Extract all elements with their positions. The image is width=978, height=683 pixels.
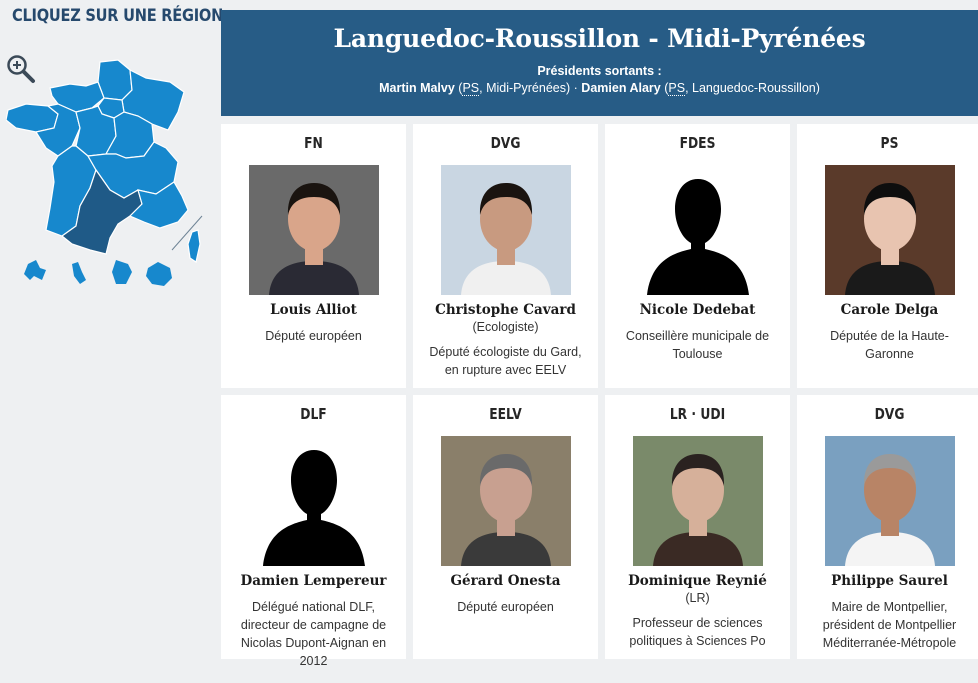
candidate-name: Louis Alliot bbox=[270, 302, 357, 318]
zoom-in-icon[interactable] bbox=[6, 54, 36, 84]
region-corse[interactable] bbox=[187, 229, 201, 263]
candidate-name: Philippe Saurel bbox=[831, 573, 948, 589]
candidate-description: Maire de Montpellier, président de Montp… bbox=[822, 600, 957, 650]
candidate-description: Conseillère municipale de Toulouse bbox=[625, 329, 770, 361]
portrait-photo-icon bbox=[632, 436, 763, 566]
party-label: FN bbox=[304, 134, 323, 152]
candidate-card[interactable]: DVG Christophe Cavard (Ecologiste) Déput… bbox=[413, 124, 598, 388]
person-silhouette-icon bbox=[248, 436, 379, 566]
candidate-card[interactable]: DVG Philippe Saurel Maire de Montpellier… bbox=[797, 395, 978, 659]
candidate-photo bbox=[632, 165, 763, 295]
party-label: PS bbox=[880, 134, 899, 152]
region-guyane[interactable] bbox=[112, 260, 132, 284]
portrait-photo-icon bbox=[248, 165, 379, 295]
candidate-photo bbox=[824, 436, 955, 566]
region-title: Languedoc-Roussillon - Midi-Pyrénées bbox=[333, 24, 866, 53]
region-la-reunion[interactable] bbox=[146, 262, 172, 286]
party-label: LR · UDI bbox=[669, 405, 726, 423]
portrait-photo-icon bbox=[824, 165, 955, 295]
candidate-description: Professeur de sciences politiques à Scie… bbox=[629, 616, 766, 648]
candidate-name: Christophe Cavard bbox=[435, 302, 576, 318]
candidate-affiliation: (Ecologiste) bbox=[472, 320, 539, 334]
candidate-name: Damien Lempereur bbox=[240, 573, 387, 589]
portrait-photo-icon bbox=[440, 165, 571, 295]
party-label: DVG bbox=[874, 405, 905, 423]
candidate-photo bbox=[248, 165, 379, 295]
candidates-grid: FN Louis Alliot Député européen DVG Chri… bbox=[221, 124, 978, 668]
candidate-affiliation: (LR) bbox=[685, 591, 710, 605]
sidebar-title: CLIQUEZ SUR UNE RÉGION bbox=[12, 6, 224, 26]
candidate-name: Dominique Reynié bbox=[628, 573, 767, 589]
portrait-photo-icon bbox=[824, 436, 955, 566]
candidate-description: Délégué national DLF, directeur de campa… bbox=[240, 600, 387, 668]
party-label: EELV bbox=[489, 405, 522, 423]
party-label: DVG bbox=[490, 134, 521, 152]
france-map bbox=[6, 59, 203, 286]
candidate-card[interactable]: EELV Gérard Onesta Député européen bbox=[413, 395, 598, 659]
candidate-photo bbox=[824, 165, 955, 295]
presidents-label: Présidents sortants : bbox=[537, 64, 662, 78]
candidate-card[interactable]: LR · UDI Dominique Reynié (LR) Professeu… bbox=[605, 395, 790, 659]
candidate-description: Député écologiste du Gard, en rupture av… bbox=[429, 345, 582, 377]
candidate-name: Gérard Onesta bbox=[450, 573, 561, 589]
candidate-card[interactable]: DLF Damien Lempereur Délégué national DL… bbox=[221, 395, 406, 668]
party-abbr: PS bbox=[462, 81, 480, 96]
mainland-regions bbox=[6, 59, 189, 255]
candidate-card[interactable]: FN Louis Alliot Député européen bbox=[221, 124, 406, 388]
region-header: Languedoc-Roussillon - Midi-Pyrénées Pré… bbox=[221, 10, 978, 116]
president-party: (PS, Midi-Pyrénées) bbox=[458, 81, 571, 96]
main-content: Languedoc-Roussillon - Midi-Pyrénées Pré… bbox=[221, 10, 978, 668]
portrait-photo-icon bbox=[440, 436, 571, 566]
party-label: FDES bbox=[679, 134, 716, 152]
candidate-name: Carole Delga bbox=[840, 302, 939, 318]
candidate-description: Député européen bbox=[457, 600, 554, 614]
region-martinique[interactable] bbox=[72, 262, 86, 284]
separator: · bbox=[573, 81, 578, 95]
party-label: DLF bbox=[300, 405, 327, 423]
presidents-line: Martin Malvy (PS, Midi-Pyrénées) · Damie… bbox=[221, 81, 978, 96]
region-guadeloupe[interactable] bbox=[24, 260, 46, 280]
candidate-photo bbox=[632, 436, 763, 566]
candidate-photo bbox=[440, 436, 571, 566]
candidate-card[interactable]: FDES Nicole Dedebat Conseillère municipa… bbox=[605, 124, 790, 388]
party-abbr: PS bbox=[668, 81, 686, 96]
sidebar: CLIQUEZ SUR UNE RÉGION bbox=[0, 0, 223, 683]
candidate-description: Député européen bbox=[265, 329, 362, 343]
president-party: (PS, Languedoc-Roussillon) bbox=[664, 81, 820, 96]
candidate-photo bbox=[248, 436, 379, 566]
candidate-card[interactable]: PS Carole Delga Députée de la Haute-Garo… bbox=[797, 124, 978, 388]
person-silhouette-icon bbox=[632, 165, 763, 295]
president-name: Damien Alary bbox=[581, 81, 661, 95]
candidate-description: Députée de la Haute-Garonne bbox=[830, 329, 949, 361]
candidate-name: Nicole Dedebat bbox=[639, 302, 756, 318]
candidate-photo bbox=[440, 165, 571, 295]
president-name: Martin Malvy bbox=[379, 81, 455, 95]
